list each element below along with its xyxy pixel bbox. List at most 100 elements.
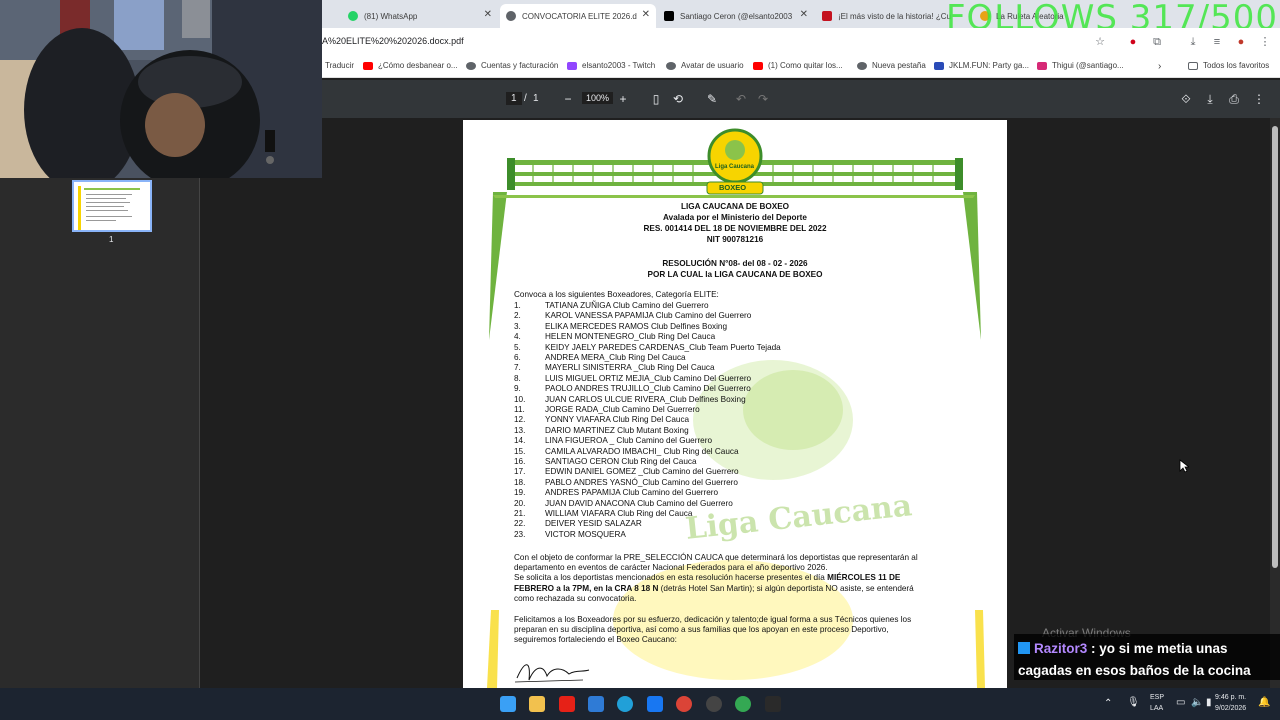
redo-icon[interactable]: ↷ xyxy=(756,92,770,106)
download-icon[interactable]: ⤓ xyxy=(1203,92,1217,106)
notifications-icon[interactable]: 🔔 xyxy=(1258,697,1270,708)
list-item-text: ANDREA MERA_Club Ring Del Cauca xyxy=(545,353,686,362)
edge-icon[interactable] xyxy=(617,696,633,712)
volume-icon[interactable]: 🔈 xyxy=(1191,697,1203,708)
print-icon[interactable]: ⎙ xyxy=(1227,92,1241,106)
network-icon[interactable]: ▭ xyxy=(1176,697,1185,708)
whatsapp-icon xyxy=(348,11,358,21)
list-item-number: 20. xyxy=(514,498,526,508)
bookmark-label: ¿Cómo desbanear o... xyxy=(378,61,458,70)
folder-icon xyxy=(1188,61,1198,70)
chrome-icon[interactable] xyxy=(676,696,692,712)
chrome-dev-icon[interactable] xyxy=(706,696,722,712)
list-item-text: KEIDY JAELY PAREDES CARDENAS_Club Team P… xyxy=(545,342,781,352)
paragraph-line: seguiremos fortaleciendo el Boxeo Caucan… xyxy=(514,635,677,644)
bookmark-item[interactable]: JKLM.FUN: Party ga... xyxy=(934,61,1029,70)
webcam-overlay xyxy=(0,0,322,178)
bookmarks-overflow-chevron-icon[interactable]: › xyxy=(1158,61,1161,72)
tab-whatsapp[interactable]: (81) WhatsApp ✕ xyxy=(342,4,498,28)
bookmark-item[interactable]: ¿Cómo desbanear o... xyxy=(363,61,458,70)
scrollbar-thumb[interactable] xyxy=(1272,126,1278,568)
bookmark-item[interactable]: Nueva pestaña xyxy=(857,61,926,70)
list-item-number: 22. xyxy=(514,519,526,529)
fit-page-icon[interactable]: ▯ xyxy=(649,92,663,106)
close-tab-icon[interactable]: ✕ xyxy=(484,9,492,20)
paragraph-span: (detrás Hotel San Martin); si algún depo… xyxy=(660,584,914,593)
logo-text-bottom: BOXEO xyxy=(719,183,747,192)
page-thumbnail[interactable] xyxy=(72,180,152,232)
address-bar[interactable]: A%20ELITE%20%202026.docx.pdf xyxy=(322,36,464,46)
list-item-number: 9. xyxy=(514,384,521,394)
page-number-input[interactable]: 1 xyxy=(506,92,522,105)
keyboard-language-top[interactable]: ESP xyxy=(1150,694,1164,701)
bookmark-label: Traducir xyxy=(325,61,355,70)
youtube-icon[interactable] xyxy=(559,696,575,712)
avatar[interactable]: ● xyxy=(1234,35,1248,49)
close-tab-icon[interactable]: ✕ xyxy=(642,9,650,20)
facebook-icon[interactable] xyxy=(647,696,663,712)
tab-convocatoria[interactable]: CONVOCATORIA ELITE 2026.d ✕ xyxy=(500,4,656,28)
epic-icon[interactable] xyxy=(765,696,781,712)
list-item-number: 1. xyxy=(514,301,521,310)
keyboard-language-bottom[interactable]: LAA xyxy=(1150,705,1163,712)
list-item-number: 18. xyxy=(514,477,526,487)
paragraph-line: Se solicita a los deportistas mencionado… xyxy=(514,573,900,583)
rotate-icon[interactable]: ⟲ xyxy=(671,92,685,106)
list-item-text: MAYERLI SINISTERRA _Club Ring Del Cauca xyxy=(545,363,715,373)
annotate-icon[interactable]: ✎ xyxy=(705,92,719,106)
bookmark-label: JKLM.FUN: Party ga... xyxy=(949,61,1030,70)
bookmark-item[interactable]: Avatar de usuario xyxy=(666,61,744,70)
chrome-profile-icon[interactable] xyxy=(735,696,751,712)
signature-graphic xyxy=(514,664,590,683)
bookmark-item[interactable]: Traducir xyxy=(325,61,354,70)
list-item-text: ANDRES PAPAMIJA Club Camino del Guerrero xyxy=(545,488,719,498)
more-options-icon[interactable]: ⋮ xyxy=(1252,92,1266,106)
list-item-number: 15. xyxy=(514,446,526,456)
bookmark-item[interactable]: Cuentas y facturación xyxy=(466,61,558,70)
undo-icon[interactable]: ↶ xyxy=(734,92,748,106)
opera-icon[interactable]: ● xyxy=(1126,35,1140,49)
zoom-level-input[interactable]: 100% xyxy=(582,92,614,104)
list-item-text: HELEN MONTENEGRO_Club Ring Del Cauca xyxy=(545,332,716,342)
bookmark-label: Cuentas y facturación xyxy=(481,61,559,70)
screen: { "tabs": [ {"title": "(81) WhatsApp", "… xyxy=(0,0,1280,720)
save-with-ink-icon[interactable]: ⟐ xyxy=(1179,92,1193,106)
paragraph-line: departamento en eventos de carácter Naci… xyxy=(514,563,828,572)
list-item-text: DARIO MARTINEZ Club Mutant Boxing xyxy=(545,425,689,435)
clock-date[interactable]: 9/02/2026 xyxy=(1215,705,1246,712)
list-item-number: 12. xyxy=(514,415,526,425)
files-icon[interactable] xyxy=(529,696,545,712)
bookmark-item[interactable]: Thigui (@santiago... xyxy=(1037,61,1124,70)
all-bookmarks[interactable]: Todos los favoritos xyxy=(1188,61,1269,70)
zoom-in-icon[interactable]: + xyxy=(616,92,630,106)
tab-tiktok[interactable]: Santiago Ceron (@elsanto2003 ✕ xyxy=(658,4,814,28)
start-icon[interactable] xyxy=(500,696,516,712)
store-icon[interactable] xyxy=(588,696,604,712)
battery-icon[interactable]: ▮ xyxy=(1206,697,1212,708)
extensions-icon[interactable]: ⧉ xyxy=(1150,35,1164,49)
pdf-page: Liga Caucana BOXEO Liga Caucana LIGA CAU… xyxy=(463,120,1007,688)
list-item-number: 21. xyxy=(514,509,526,518)
paragraph-bold: MIÉRCOLES 11 DE xyxy=(827,573,901,582)
bookmark-label: Thigui (@santiago... xyxy=(1052,61,1124,70)
download-icon[interactable]: ⤓ xyxy=(1186,35,1200,49)
twitch-icon xyxy=(567,61,577,70)
list-item-text: PAOLO ANDRES TRUJILLO_Club Camino Del Gu… xyxy=(545,384,751,394)
list-item-number: 19. xyxy=(514,488,526,498)
clock-time[interactable]: 9:46 p. m. xyxy=(1215,694,1246,701)
media-icon[interactable]: ≡ xyxy=(1210,35,1224,49)
thumbnail-sidebar: 1 xyxy=(0,118,200,688)
chat-separator: : xyxy=(1087,641,1100,656)
bookmark-item[interactable]: elsanto2003 - Twitch xyxy=(567,61,655,70)
tab-title: CONVOCATORIA ELITE 2026.d xyxy=(522,11,637,21)
list-item-number: 4. xyxy=(514,332,521,342)
microphone-icon[interactable]: 🎙 xyxy=(1127,697,1140,708)
tray-chevron-icon[interactable]: ⌃ xyxy=(1104,698,1112,709)
menu-kebab-icon[interactable]: ⋮ xyxy=(1258,35,1272,49)
close-tab-icon[interactable]: ✕ xyxy=(800,9,808,20)
zoom-out-icon[interactable]: − xyxy=(561,92,575,106)
bookmark-item[interactable]: (1) Como quitar los... xyxy=(753,61,843,70)
list-item-text: TATIANA ZUÑIGA Club Camino del Guerrero xyxy=(545,301,709,310)
list-item-text: PABLO ANDRES YASNÓ_Club Camino del Guerr… xyxy=(545,477,738,487)
star-icon[interactable]: ☆ xyxy=(1093,35,1107,49)
